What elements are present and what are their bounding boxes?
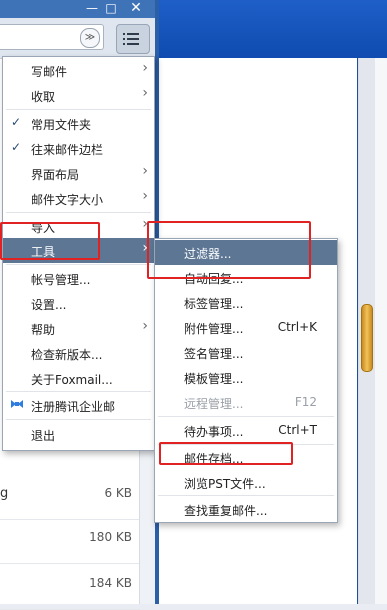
tencent-exmail-icon [9,396,25,414]
menu-separator [158,416,334,417]
menu-item-label: 帮助 [31,323,56,337]
menu-item-contacts-sidebar[interactable]: ✓ 往来邮件边栏 [3,136,154,161]
submenu-arrow-icon: › [142,163,148,179]
menu-separator [6,109,151,110]
annotation-box-mail-archive [159,442,293,465]
mail-size: 184 KB [89,576,132,590]
toolbar: ≫ [0,18,157,59]
mail-list-row[interactable]: 184 KB [0,559,140,610]
reading-pane-header [159,0,387,58]
menu-item-label: 界面布局 [31,168,80,182]
menu-icon-dot [123,33,125,35]
menu-separator [6,419,151,420]
menu-item-shortcut: Ctrl+K [277,320,317,334]
menu-icon-dot [123,43,125,45]
annotation-box-filters [147,221,311,279]
menu-separator [6,264,151,265]
submenu-arrow-icon: › [142,85,148,101]
menu-item-label: 邮件文字大小 [31,193,104,207]
menu-item-mail-font-size[interactable]: 邮件文字大小 › [3,186,154,211]
search-options-icon[interactable]: ≫ [80,28,100,48]
menu-item-label: 关于Foxmail... [31,373,113,387]
annotation-box-tools [0,222,100,260]
menu-item-label: 退出 [31,429,56,443]
submenu-arrow-icon: › [142,318,148,334]
menu-item-about[interactable]: 关于Foxmail... [3,366,154,391]
menu-item-label: 往来邮件边栏 [31,143,104,157]
menu-item-register-tencent[interactable]: 注册腾讯企业邮 [3,393,154,418]
menu-item-label: 注册腾讯企业邮 [31,400,116,414]
menu-item-settings[interactable]: 设置... [3,291,154,316]
menu-item-check-update[interactable]: 检查新版本... [3,341,154,366]
menu-item-label: 常用文件夹 [31,118,92,132]
menu-item-attachment-mgmt[interactable]: 附件管理... Ctrl+K [155,315,337,340]
menu-item-layout[interactable]: 界面布局 › [3,161,154,186]
mail-list-row[interactable]: 180 KB [0,513,140,564]
menu-item-label: 检查新版本... [31,348,103,362]
menu-item-label: 附件管理... [184,322,244,336]
menu-icon-bar [127,43,139,45]
title-bar: — □ ✕ [0,0,157,18]
menu-item-label: 收取 [31,90,56,104]
menu-item-shortcut: Ctrl+T [278,423,317,437]
menu-item-todo[interactable]: 待办事项... Ctrl+T [155,418,337,443]
menu-item-exit[interactable]: 退出 [3,422,154,447]
check-icon: ✓ [11,115,22,129]
menu-icon-bar [127,38,139,40]
menu-item-account-mgmt[interactable]: 帐号管理... [3,266,154,291]
submenu-arrow-icon: › [142,60,148,76]
right-gutter [375,58,387,604]
menu-item-tag-mgmt[interactable]: 标签管理... [155,290,337,315]
mail-subject-fragment: g [0,486,9,501]
minimize-button[interactable]: — [84,0,100,16]
mail-size: 180 KB [89,530,132,544]
tools-submenu: 过滤器... 自动回复... 标签管理... 附件管理... Ctrl+K 签名… [154,238,338,523]
menu-item-label: 写邮件 [31,65,68,79]
menu-item-template-mgmt[interactable]: 模板管理... [155,365,337,390]
menu-item-receive[interactable]: 收取 › [3,83,154,108]
menu-separator [6,391,151,392]
menu-item-label: 标签管理... [184,297,244,311]
menu-item-signature-mgmt[interactable]: 签名管理... [155,340,337,365]
scrollbar-thumb[interactable] [361,304,373,372]
menu-item-label: 远程管理... [184,397,244,411]
check-icon: ✓ [11,140,22,154]
menu-item-browse-pst[interactable]: 浏览PST文件... [155,470,337,495]
menu-item-write-mail[interactable]: 写邮件 › [3,58,154,83]
mail-list: g 6 KB 180 KB 184 KB [0,445,157,610]
search-input[interactable]: ≫ [0,24,104,50]
menu-item-remote-mgmt: 远程管理... F12 [155,390,337,415]
menu-separator [158,495,334,496]
mail-size: 6 KB [104,486,132,500]
close-button[interactable]: ✕ [128,0,144,16]
menu-item-common-folders[interactable]: ✓ 常用文件夹 [3,111,154,136]
menu-item-label: 模板管理... [184,372,244,386]
main-menu-button[interactable] [116,24,150,54]
maximize-button[interactable]: □ [103,0,119,16]
menu-item-label: 签名管理... [184,347,244,361]
menu-item-label: 浏览PST文件... [184,477,266,491]
menu-icon-dot [123,38,125,40]
menu-item-label: 待办事项... [184,425,244,439]
menu-item-find-duplicates[interactable]: 查找重复邮件... [155,497,337,522]
reading-scrollbar[interactable] [359,58,375,604]
submenu-arrow-icon: › [142,188,148,204]
menu-icon-bar [127,33,139,35]
menu-item-shortcut: F12 [294,395,317,409]
menu-separator [6,212,151,213]
menu-item-label: 查找重复邮件... [184,504,268,518]
menu-item-help[interactable]: 帮助 › [3,316,154,341]
menu-item-label: 帐号管理... [31,273,91,287]
menu-item-label: 设置... [31,298,67,312]
